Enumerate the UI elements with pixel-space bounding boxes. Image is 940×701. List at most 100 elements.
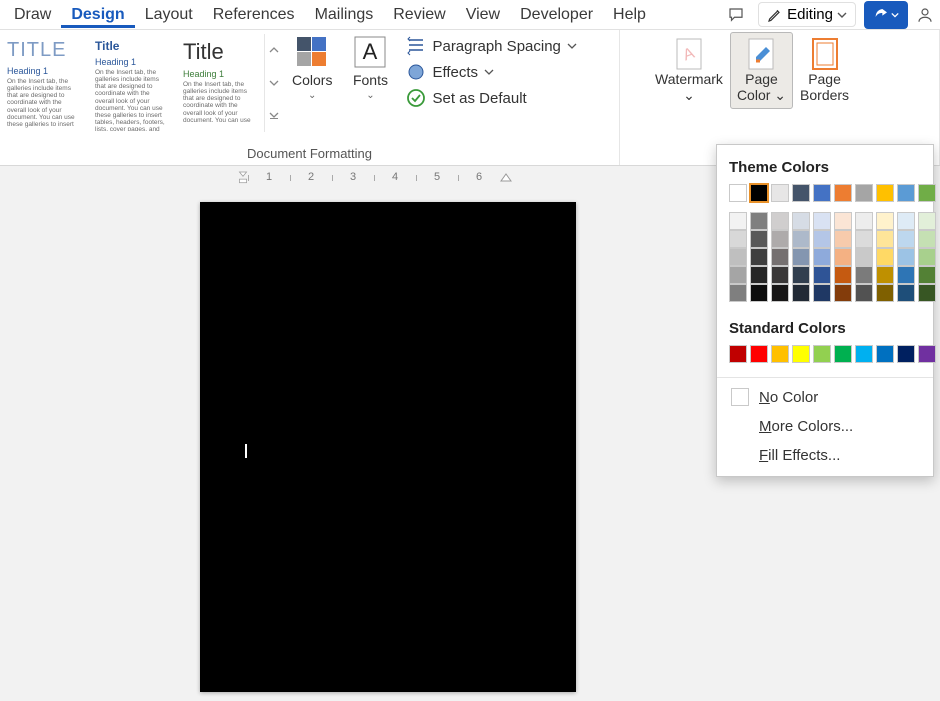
color-swatch[interactable] (918, 230, 936, 248)
color-swatch[interactable] (918, 266, 936, 284)
color-swatch[interactable] (813, 212, 831, 230)
color-swatch[interactable] (897, 248, 915, 266)
tab-mailings[interactable]: Mailings (305, 2, 384, 28)
color-swatch[interactable] (792, 266, 810, 284)
color-swatch[interactable] (876, 266, 894, 284)
color-swatch[interactable] (771, 248, 789, 266)
color-swatch[interactable] (813, 345, 831, 363)
color-swatch[interactable] (918, 184, 936, 202)
color-swatch[interactable] (876, 212, 894, 230)
color-swatch[interactable] (792, 230, 810, 248)
gallery-scroll[interactable] (264, 34, 282, 132)
style-card[interactable]: Title Heading 1 On the Insert tab, the g… (176, 34, 264, 132)
color-swatch[interactable] (918, 212, 936, 230)
color-swatch[interactable] (876, 184, 894, 202)
no-color-item[interactable]: NNo Coloro Color (717, 382, 933, 412)
tab-developer[interactable]: Developer (510, 2, 603, 28)
tab-draw[interactable]: Draw (4, 2, 61, 28)
color-swatch[interactable] (834, 212, 852, 230)
color-swatch[interactable] (771, 184, 789, 202)
page-borders-button[interactable]: Page Borders (793, 32, 856, 108)
color-swatch[interactable] (876, 345, 894, 363)
color-swatch[interactable] (729, 345, 747, 363)
color-swatch[interactable] (918, 248, 936, 266)
color-swatch[interactable] (834, 184, 852, 202)
fill-effects-item[interactable]: Fill Effects... (717, 441, 933, 470)
color-swatch[interactable] (855, 345, 873, 363)
color-swatch[interactable] (918, 345, 936, 363)
color-swatch[interactable] (918, 284, 936, 302)
more-colors-item[interactable]: More Colors... (717, 412, 933, 441)
color-swatch[interactable] (792, 248, 810, 266)
style-card[interactable]: TITLE Heading 1 On the Insert tab, the g… (0, 34, 88, 132)
color-swatch[interactable] (834, 248, 852, 266)
color-swatch[interactable] (813, 284, 831, 302)
tab-design[interactable]: Design (61, 2, 134, 28)
color-swatch[interactable] (729, 266, 747, 284)
color-swatch[interactable] (897, 184, 915, 202)
color-swatch[interactable] (750, 248, 768, 266)
color-swatch[interactable] (792, 212, 810, 230)
color-swatch[interactable] (897, 284, 915, 302)
color-swatch[interactable] (876, 248, 894, 266)
color-swatch[interactable] (834, 345, 852, 363)
share-button[interactable] (864, 1, 908, 29)
page-color-button[interactable]: Page Color ⌄ (730, 32, 793, 109)
color-swatch[interactable] (897, 345, 915, 363)
color-swatch[interactable] (792, 184, 810, 202)
color-swatch[interactable] (729, 230, 747, 248)
color-swatch[interactable] (750, 266, 768, 284)
color-swatch[interactable] (855, 184, 873, 202)
account-button[interactable] (916, 1, 934, 29)
color-swatch[interactable] (897, 230, 915, 248)
color-swatch[interactable] (813, 184, 831, 202)
tab-references[interactable]: References (203, 2, 305, 28)
paragraph-spacing-button[interactable]: Paragraph Spacing (406, 36, 576, 56)
style-card[interactable]: Title Heading 1 On the Insert tab, the g… (88, 34, 176, 132)
color-swatch[interactable] (729, 248, 747, 266)
color-swatch[interactable] (897, 266, 915, 284)
color-swatch[interactable] (834, 230, 852, 248)
color-swatch[interactable] (729, 212, 747, 230)
set-default-button[interactable]: Set as Default (406, 88, 576, 108)
color-swatch[interactable] (771, 212, 789, 230)
color-swatch[interactable] (855, 248, 873, 266)
color-swatch[interactable] (771, 284, 789, 302)
document-page[interactable] (200, 202, 576, 692)
color-swatch[interactable] (729, 184, 747, 202)
colors-button[interactable]: Colors ⌄ (282, 30, 342, 105)
color-swatch[interactable] (855, 212, 873, 230)
color-swatch[interactable] (750, 284, 768, 302)
color-swatch[interactable] (855, 284, 873, 302)
color-swatch[interactable] (813, 248, 831, 266)
color-swatch[interactable] (771, 230, 789, 248)
color-swatch[interactable] (771, 345, 789, 363)
color-swatch[interactable] (729, 284, 747, 302)
color-swatch[interactable] (792, 345, 810, 363)
tab-review[interactable]: Review (383, 2, 455, 28)
color-swatch[interactable] (813, 266, 831, 284)
color-swatch[interactable] (855, 266, 873, 284)
color-swatch[interactable] (750, 184, 768, 202)
color-swatch[interactable] (792, 284, 810, 302)
fonts-button[interactable]: A Fonts ⌄ (342, 30, 398, 105)
color-swatch[interactable] (771, 266, 789, 284)
effects-button[interactable]: Effects (406, 62, 576, 82)
color-swatch[interactable] (750, 345, 768, 363)
right-indent-marker-icon[interactable] (500, 171, 512, 183)
color-swatch[interactable] (750, 230, 768, 248)
color-swatch[interactable] (897, 212, 915, 230)
tab-view[interactable]: View (456, 2, 510, 28)
color-swatch[interactable] (813, 230, 831, 248)
color-swatch[interactable] (834, 284, 852, 302)
style-gallery[interactable]: TITLE Heading 1 On the Insert tab, the g… (0, 30, 282, 132)
color-swatch[interactable] (876, 284, 894, 302)
watermark-button[interactable]: A Watermark ⌄ (648, 32, 730, 109)
tab-help[interactable]: Help (603, 2, 656, 28)
indent-marker-icon[interactable] (238, 170, 248, 184)
color-swatch[interactable] (876, 230, 894, 248)
color-swatch[interactable] (834, 266, 852, 284)
tab-layout[interactable]: Layout (135, 2, 203, 28)
color-swatch[interactable] (750, 212, 768, 230)
editing-mode-button[interactable]: Editing (758, 2, 856, 27)
